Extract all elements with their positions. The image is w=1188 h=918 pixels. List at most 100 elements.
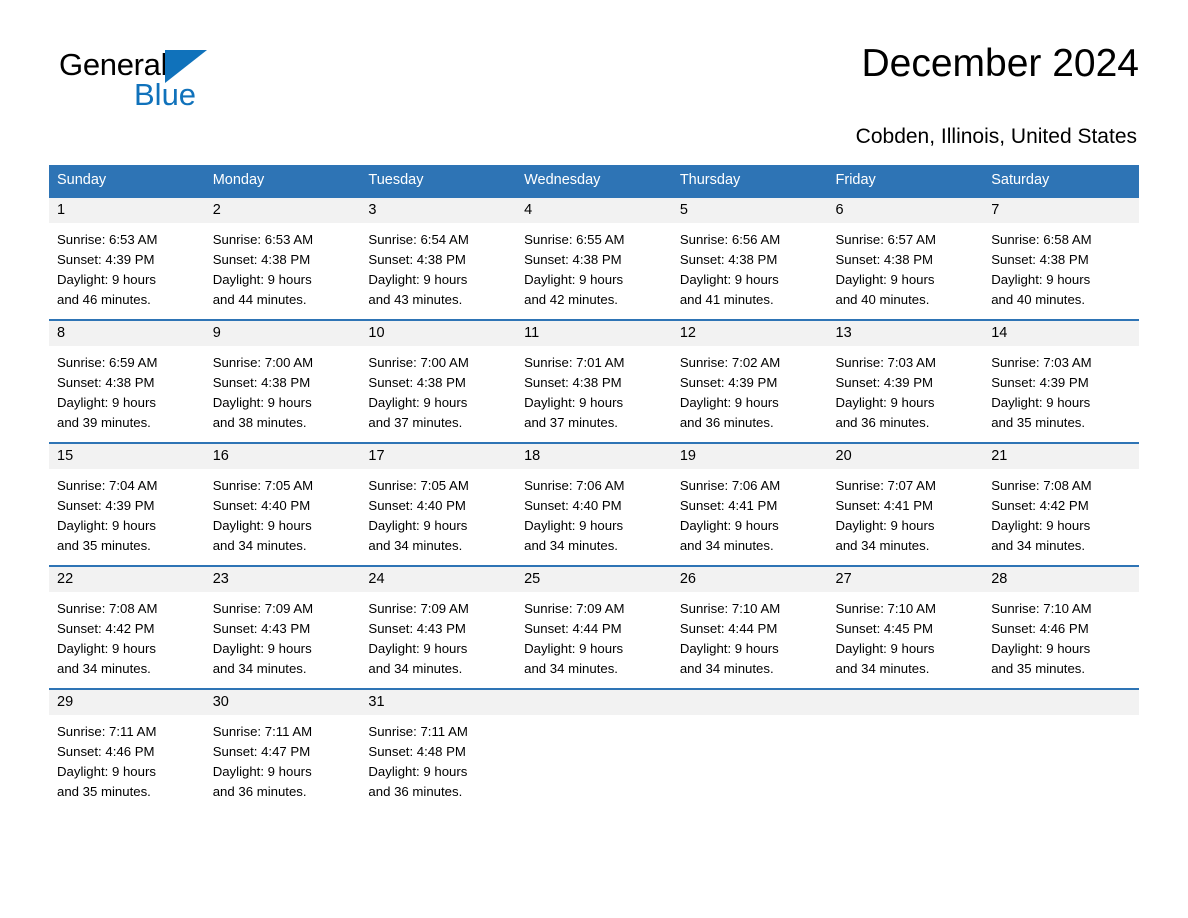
- calendar-day-cell[interactable]: 13 Sunrise: 7:03 AM Sunset: 4:39 PM Dayligh…: [827, 319, 984, 442]
- calendar-day-cell[interactable]: 23 Sunrise: 7:09 AM Sunset: 4:43 PM Dayligh…: [204, 565, 361, 688]
- sunset-text: Sunset: 4:40 PM: [212, 498, 311, 513]
- calendar-day-cell[interactable]: 7 Sunrise: 6:58 AM Sunset: 4:38 PM Daylight…: [983, 196, 1139, 319]
- calendar-day-cell[interactable]: 26 Sunrise: 7:10 AM Sunset: 4:44 PM Dayligh…: [671, 565, 828, 688]
- day-number: 21: [983, 442, 1139, 469]
- day-number: [983, 688, 1139, 715]
- day-number: 14: [983, 319, 1139, 346]
- sunrise-text: Sunrise: 7:03 AM: [835, 355, 936, 370]
- sunrise-text: Sunrise: 7:11 AM: [368, 724, 468, 739]
- calendar-day-cell[interactable]: 14 Sunrise: 7:03 AM Sunset: 4:39 PM Dayligh…: [983, 319, 1139, 442]
- daylight-text-line1: Daylight: 9 hours: [835, 272, 935, 287]
- sunset-text: Sunset: 4:40 PM: [524, 498, 622, 513]
- calendar-day-cell[interactable]: 20 Sunrise: 7:07 AM Sunset: 4:41 PM Dayligh…: [827, 442, 984, 565]
- calendar-day-cell[interactable]: 1 Sunrise: 6:53 AM Sunset: 4:39 PM Daylight…: [49, 196, 205, 319]
- daylight-text-line2: and 35 minutes.: [991, 661, 1086, 676]
- daylight-text-line2: and 34 minutes.: [524, 661, 618, 676]
- daylight-text-line2: and 35 minutes.: [991, 415, 1086, 430]
- daylight-text-line1: Daylight: 9 hours: [212, 518, 312, 533]
- weekday-header-wednesday: Wednesday: [516, 165, 672, 196]
- daylight-text-line1: Daylight: 9 hours: [368, 518, 468, 533]
- calendar-day-cell[interactable]: 15 Sunrise: 7:04 AM Sunset: 4:39 PM Dayligh…: [49, 442, 205, 565]
- calendar-day-cell[interactable]: 21 Sunrise: 7:08 AM Sunset: 4:42 PM Dayligh…: [983, 442, 1139, 565]
- weekday-header-monday: Monday: [204, 165, 361, 196]
- daylight-text-line1: Daylight: 9 hours: [991, 395, 1091, 410]
- sunrise-text: Sunrise: 6:57 AM: [835, 232, 936, 247]
- day-details: Sunrise: 6:53 AM Sunset: 4:39 PM Daylight:…: [49, 223, 205, 310]
- calendar-day-cell[interactable]: 16 Sunrise: 7:05 AM Sunset: 4:40 PM Dayligh…: [204, 442, 361, 565]
- daylight-text-line1: Daylight: 9 hours: [524, 395, 624, 410]
- calendar-day-cell[interactable]: 25 Sunrise: 7:09 AM Sunset: 4:44 PM Dayligh…: [516, 565, 672, 688]
- calendar-week-row: 15 Sunrise: 7:04 AM Sunset: 4:39 PM Dayligh…: [49, 442, 1139, 565]
- calendar-day-cell[interactable]: 3 Sunrise: 6:54 AM Sunset: 4:38 PM Daylight…: [360, 196, 517, 319]
- daylight-text-line1: Daylight: 9 hours: [679, 518, 779, 533]
- daylight-text-line2: and 38 minutes.: [212, 415, 307, 430]
- day-number: 15: [49, 442, 205, 469]
- calendar-day-cell[interactable]: 29 Sunrise: 7:11 AM Sunset: 4:46 PM Dayligh…: [49, 688, 205, 811]
- day-details: Sunrise: 7:11 AM Sunset: 4:47 PM Daylight:…: [205, 715, 361, 802]
- calendar-day-cell[interactable]: 2 Sunrise: 6:53 AM Sunset: 4:38 PM Daylight…: [204, 196, 361, 319]
- day-details: Sunrise: 7:02 AM Sunset: 4:39 PM Daylight:…: [672, 346, 828, 433]
- sunset-text: Sunset: 4:39 PM: [57, 498, 155, 513]
- day-details: Sunrise: 7:10 AM Sunset: 4:44 PM Daylight:…: [672, 592, 828, 679]
- calendar-day-cell[interactable]: 4 Sunrise: 6:55 AM Sunset: 4:38 PM Daylight…: [516, 196, 672, 319]
- calendar-day-cell[interactable]: 31 Sunrise: 7:11 AM Sunset: 4:48 PM Dayligh…: [360, 688, 517, 811]
- daylight-text-line1: Daylight: 9 hours: [524, 641, 624, 656]
- daylight-text-line1: Daylight: 9 hours: [57, 641, 156, 656]
- day-details: Sunrise: 6:59 AM Sunset: 4:38 PM Daylight:…: [49, 346, 205, 433]
- calendar-day-cell[interactable]: 18 Sunrise: 7:06 AM Sunset: 4:40 PM Dayligh…: [516, 442, 672, 565]
- day-number: 13: [827, 319, 984, 346]
- day-number: 27: [827, 565, 984, 592]
- calendar-day-cell[interactable]: 30 Sunrise: 7:11 AM Sunset: 4:47 PM Dayligh…: [204, 688, 361, 811]
- sunrise-text: Sunrise: 7:09 AM: [212, 601, 314, 616]
- day-number: 17: [360, 442, 517, 469]
- daylight-text-line2: and 34 minutes.: [835, 661, 930, 676]
- day-number: 2: [204, 196, 361, 223]
- day-number: 19: [671, 442, 828, 469]
- daylight-text-line1: Daylight: 9 hours: [835, 641, 935, 656]
- calendar-week-row: 8 Sunrise: 6:59 AM Sunset: 4:38 PM Daylight…: [49, 319, 1139, 442]
- calendar-day-cell[interactable]: 12 Sunrise: 7:02 AM Sunset: 4:39 PM Dayligh…: [671, 319, 828, 442]
- calendar-day-cell[interactable]: 17 Sunrise: 7:05 AM Sunset: 4:40 PM Dayligh…: [360, 442, 517, 565]
- weekday-header-tuesday: Tuesday: [360, 165, 517, 196]
- daylight-text-line2: and 37 minutes.: [368, 415, 463, 430]
- sunset-text: Sunset: 4:38 PM: [524, 375, 622, 390]
- daylight-text-line1: Daylight: 9 hours: [57, 518, 156, 533]
- calendar-day-cell[interactable]: 6 Sunrise: 6:57 AM Sunset: 4:38 PM Daylight…: [827, 196, 984, 319]
- sunset-text: Sunset: 4:38 PM: [368, 375, 466, 390]
- calendar-day-cell[interactable]: 5 Sunrise: 6:56 AM Sunset: 4:38 PM Daylight…: [671, 196, 828, 319]
- calendar-day-cell[interactable]: 11 Sunrise: 7:01 AM Sunset: 4:38 PM Dayligh…: [516, 319, 672, 442]
- weekday-header-thursday: Thursday: [671, 165, 828, 196]
- calendar-cell-empty: [671, 688, 828, 811]
- sunrise-text: Sunrise: 7:10 AM: [679, 601, 781, 616]
- calendar-day-cell[interactable]: 24 Sunrise: 7:09 AM Sunset: 4:43 PM Dayligh…: [360, 565, 517, 688]
- general-blue-logo[interactable]: General Blue: [59, 48, 359, 110]
- day-details: Sunrise: 7:05 AM Sunset: 4:40 PM Daylight:…: [360, 469, 516, 556]
- calendar-cell-empty: [983, 688, 1139, 811]
- calendar-day-cell[interactable]: 28 Sunrise: 7:10 AM Sunset: 4:46 PM Dayligh…: [983, 565, 1139, 688]
- calendar-day-cell[interactable]: 10 Sunrise: 7:00 AM Sunset: 4:38 PM Dayligh…: [360, 319, 517, 442]
- day-number: 16: [204, 442, 361, 469]
- calendar-day-cell[interactable]: 22 Sunrise: 7:08 AM Sunset: 4:42 PM Dayligh…: [49, 565, 205, 688]
- day-number: 26: [671, 565, 828, 592]
- daylight-text-line2: and 34 minutes.: [991, 538, 1086, 553]
- daylight-text-line1: Daylight: 9 hours: [57, 764, 156, 779]
- calendar-week-row: 1 Sunrise: 6:53 AM Sunset: 4:39 PM Daylight…: [49, 196, 1139, 319]
- daylight-text-line1: Daylight: 9 hours: [524, 272, 624, 287]
- calendar-day-cell[interactable]: 8 Sunrise: 6:59 AM Sunset: 4:38 PM Daylight…: [49, 319, 205, 442]
- sunset-text: Sunset: 4:41 PM: [679, 498, 778, 513]
- sunset-text: Sunset: 4:38 PM: [368, 252, 466, 267]
- calendar-body: 1 Sunrise: 6:53 AM Sunset: 4:39 PM Daylight…: [49, 196, 1139, 811]
- sunset-text: Sunset: 4:38 PM: [835, 252, 934, 267]
- daylight-text-line2: and 44 minutes.: [212, 292, 307, 307]
- sunset-text: Sunset: 4:48 PM: [368, 744, 466, 759]
- daylight-text-line1: Daylight: 9 hours: [991, 272, 1091, 287]
- calendar-day-cell[interactable]: 9 Sunrise: 7:00 AM Sunset: 4:38 PM Daylight…: [204, 319, 361, 442]
- daylight-text-line2: and 34 minutes.: [524, 538, 618, 553]
- day-number: 29: [49, 688, 205, 715]
- day-details: Sunrise: 7:08 AM Sunset: 4:42 PM Daylight:…: [49, 592, 205, 679]
- calendar-day-cell[interactable]: 27 Sunrise: 7:10 AM Sunset: 4:45 PM Dayligh…: [827, 565, 984, 688]
- day-details: Sunrise: 7:09 AM Sunset: 4:43 PM Daylight:…: [205, 592, 361, 679]
- calendar-week-row: 22 Sunrise: 7:08 AM Sunset: 4:42 PM Dayligh…: [49, 565, 1139, 688]
- daylight-text-line1: Daylight: 9 hours: [368, 641, 468, 656]
- calendar-day-cell[interactable]: 19 Sunrise: 7:06 AM Sunset: 4:41 PM Dayligh…: [671, 442, 828, 565]
